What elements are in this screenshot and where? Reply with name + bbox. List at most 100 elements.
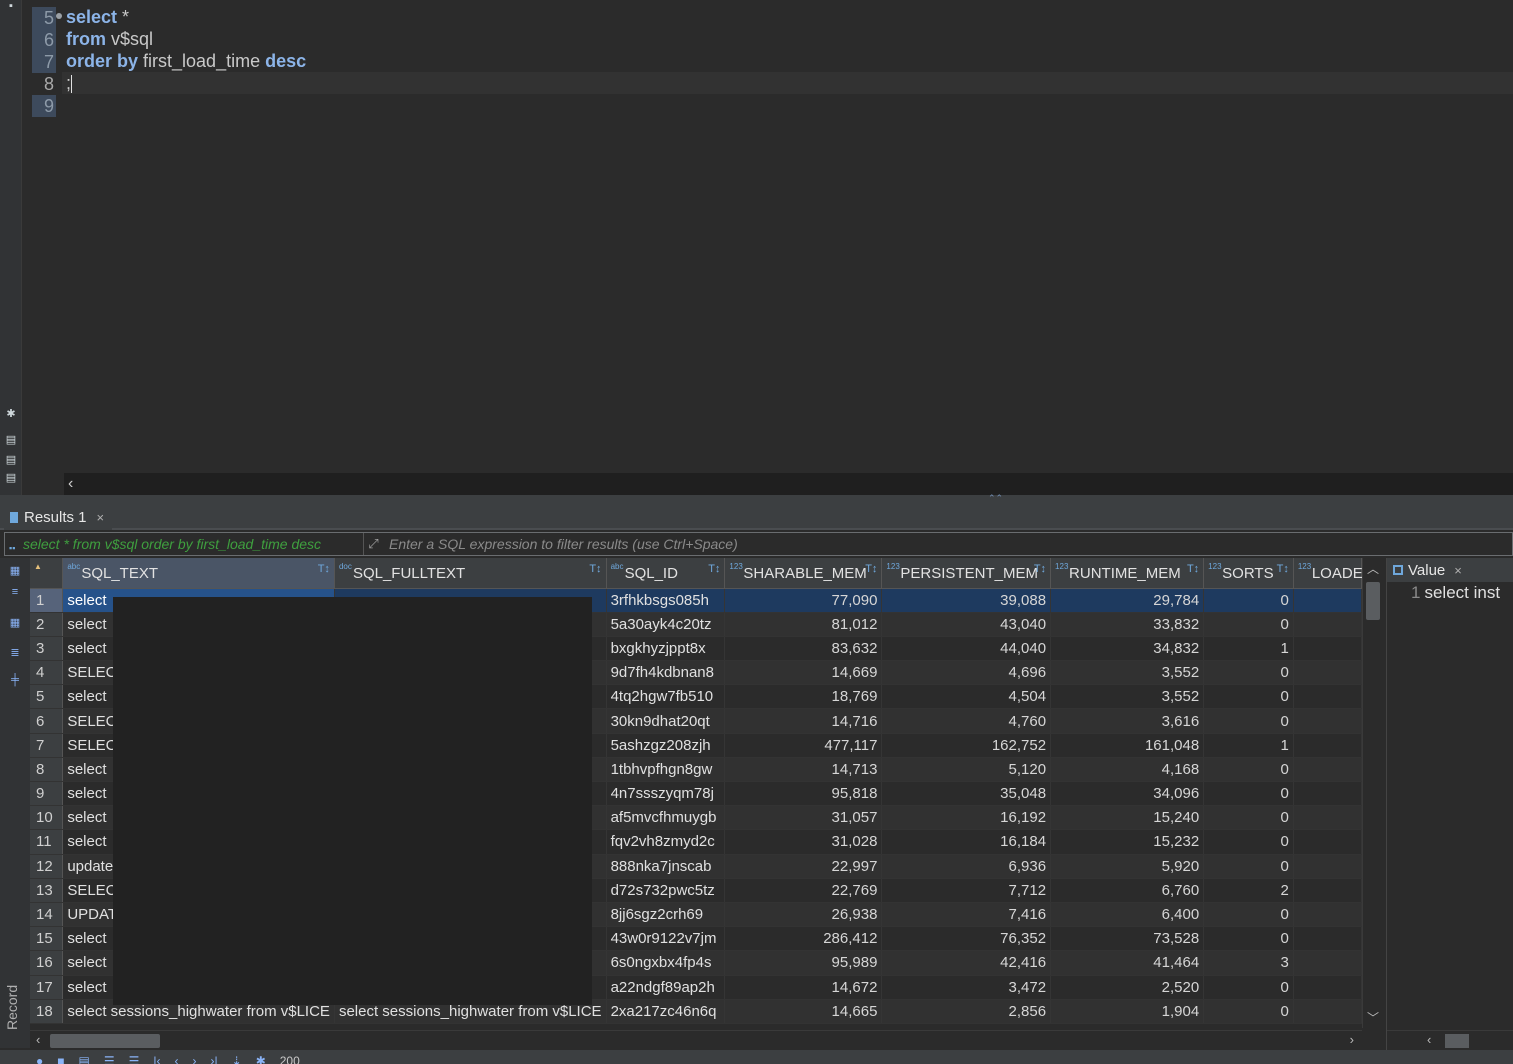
cell-sorts[interactable]: 1	[1203, 733, 1294, 758]
cell-runtime-mem[interactable]: 41,464	[1050, 950, 1205, 976]
cell-sorts[interactable]: 0	[1203, 588, 1294, 613]
cell-sharable-mem[interactable]: 14,672	[724, 975, 883, 1000]
row-number[interactable]: 6	[30, 708, 64, 734]
cell-loade[interactable]	[1293, 902, 1362, 928]
row-number[interactable]: 15	[30, 926, 64, 952]
chart-icon[interactable]: ╪	[8, 674, 22, 686]
row-number[interactable]: 2	[30, 612, 64, 637]
scroll-right-icon[interactable]: ›	[1350, 1032, 1354, 1047]
prev-page-icon[interactable]: ‹	[175, 1050, 179, 1064]
cell-sql-id[interactable]: 9d7fh4kdbnan8	[606, 660, 726, 686]
value-content[interactable]: 1 select inst	[1387, 582, 1513, 604]
cell-persistent-mem[interactable]: 43,040	[881, 612, 1052, 637]
row-number[interactable]: 17	[30, 975, 64, 1000]
sort-filter-icon[interactable]: T↕	[865, 563, 877, 575]
cell-sql-id[interactable]: 3rfhkbsgs085h	[606, 588, 726, 613]
cell-sorts[interactable]: 1	[1203, 636, 1294, 662]
record-mode-button[interactable]: Record	[4, 985, 20, 1030]
cell-sorts[interactable]: 0	[1203, 612, 1294, 637]
cell-sorts[interactable]: 0	[1203, 660, 1294, 686]
cell-loade[interactable]	[1293, 588, 1362, 613]
cell-sorts[interactable]: 0	[1203, 999, 1294, 1024]
row-number[interactable]: 4	[30, 660, 64, 686]
cell-sql-id[interactable]: d72s732pwc5tz	[606, 878, 726, 903]
code-line[interactable]: ;	[62, 72, 1513, 94]
cell-sql-id[interactable]: 6s0ngxbx4fp4s	[606, 950, 726, 976]
cell-sql-id[interactable]: fqv2vh8zmyd2c	[606, 829, 726, 855]
row-number[interactable]: 12	[30, 854, 64, 879]
column-header-sql-text[interactable]: abc SQL_TEXT T↕	[62, 558, 335, 589]
grid-vertical-scrollbar[interactable]: ︿ ﹀	[1362, 558, 1382, 1028]
code-line[interactable]: order by first_load_time desc	[66, 50, 1513, 72]
cell-runtime-mem[interactable]: 73,528	[1050, 926, 1205, 952]
filter-input[interactable]	[383, 533, 1512, 555]
cell-runtime-mem[interactable]: 3,616	[1050, 708, 1205, 734]
cell-sql-id[interactable]: a22ndgf89ap2h	[606, 975, 726, 1000]
column-header-persistent-mem[interactable]: 123 PERSISTENT_MEM T↕	[881, 558, 1052, 589]
grid-view-icon[interactable]: ▦	[8, 564, 22, 577]
row-number[interactable]: 5	[30, 684, 64, 710]
cell-persistent-mem[interactable]: 7,416	[881, 902, 1052, 928]
cell-sharable-mem[interactable]: 22,769	[724, 878, 883, 903]
cell-sharable-mem[interactable]: 14,665	[724, 999, 883, 1024]
cell-sql-id[interactable]: 8jj6sgz2crh69	[606, 902, 726, 928]
grid-corner[interactable]: ▲	[30, 558, 64, 589]
cell-runtime-mem[interactable]: 4,168	[1050, 757, 1205, 783]
sort-filter-icon[interactable]: T↕	[1187, 563, 1199, 575]
cell-runtime-mem[interactable]: 1,904	[1050, 999, 1205, 1024]
cell-persistent-mem[interactable]: 16,192	[881, 805, 1052, 831]
cell-sorts[interactable]: 3	[1203, 950, 1294, 976]
settings-icon[interactable]: ✱	[256, 1050, 266, 1064]
cell-sharable-mem[interactable]: 95,989	[724, 950, 883, 976]
panels-icon[interactable]: ≣	[8, 646, 22, 659]
scroll-left-icon[interactable]: ‹	[36, 1032, 40, 1047]
cell-loade[interactable]	[1293, 999, 1362, 1024]
sort-filter-icon[interactable]: T↕	[318, 563, 330, 575]
row-add-icon[interactable]: ☰	[104, 1050, 115, 1064]
cancel-icon[interactable]: ■	[57, 1050, 64, 1064]
row-number[interactable]: 1	[30, 588, 64, 613]
document-lines-icon[interactable]: ▤	[5, 472, 17, 484]
cell-sharable-mem[interactable]: 31,057	[724, 805, 883, 831]
code-line[interactable]	[66, 94, 1513, 116]
cell-runtime-mem[interactable]: 29,784	[1050, 588, 1205, 613]
cell-loade[interactable]	[1293, 854, 1362, 879]
cell-sorts[interactable]: 0	[1203, 684, 1294, 710]
cell-sharable-mem[interactable]: 81,012	[724, 612, 883, 637]
cell-sorts[interactable]: 0	[1203, 708, 1294, 734]
value-horizontal-scrollbar[interactable]: ‹	[1387, 1030, 1513, 1050]
value-panel-tab[interactable]: Value ×	[1387, 558, 1513, 582]
cell-sharable-mem[interactable]: 31,028	[724, 829, 883, 855]
row-number[interactable]: 16	[30, 950, 64, 976]
cell-persistent-mem[interactable]: 4,696	[881, 660, 1052, 686]
cell-persistent-mem[interactable]: 76,352	[881, 926, 1052, 952]
cell-persistent-mem[interactable]: 5,120	[881, 757, 1052, 783]
cell-runtime-mem[interactable]: 3,552	[1050, 660, 1205, 686]
cell-runtime-mem[interactable]: 33,832	[1050, 612, 1205, 637]
scroll-left-icon[interactable]: ‹	[68, 473, 73, 495]
column-header-sql-id[interactable]: abc SQL_ID T↕	[606, 558, 726, 589]
cell-sorts[interactable]: 0	[1203, 829, 1294, 855]
column-header-sql-fulltext[interactable]: doc SQL_FULLTEXT T↕	[334, 558, 607, 589]
first-page-icon[interactable]: |‹	[153, 1050, 160, 1064]
row-number[interactable]: 13	[30, 878, 64, 903]
cell-persistent-mem[interactable]: 7,712	[881, 878, 1052, 903]
sql-editor[interactable]: ▪ ✱ ▤ ▤ ▤ 56789 select * from v$sql order …	[0, 0, 1513, 496]
grid-horizontal-scrollbar[interactable]: ‹ ›	[30, 1030, 1362, 1050]
column-header-sorts[interactable]: 123 SORTS T↕	[1203, 558, 1294, 589]
cell-sorts[interactable]: 0	[1203, 902, 1294, 928]
scroll-down-icon[interactable]: ﹀	[1367, 1009, 1379, 1026]
cell-sql-id[interactable]: 5a30ayk4c20tz	[606, 612, 726, 637]
cell-loade[interactable]	[1293, 660, 1362, 686]
tab-results-1[interactable]: Results 1 ×	[4, 504, 113, 530]
cell-runtime-mem[interactable]: 5,920	[1050, 854, 1205, 879]
row-number[interactable]: 7	[30, 733, 64, 758]
close-icon[interactable]: ×	[97, 510, 105, 525]
scroll-left-icon[interactable]: ‹	[1427, 1032, 1431, 1047]
row-number[interactable]: 10	[30, 805, 64, 831]
cell-sql-id[interactable]: 888nka7jnscab	[606, 854, 726, 879]
code-line[interactable]: from v$sql	[66, 28, 1513, 50]
cell-loade[interactable]	[1293, 757, 1362, 783]
row-number[interactable]: 18	[30, 999, 64, 1024]
cell-sorts[interactable]: 0	[1203, 854, 1294, 879]
